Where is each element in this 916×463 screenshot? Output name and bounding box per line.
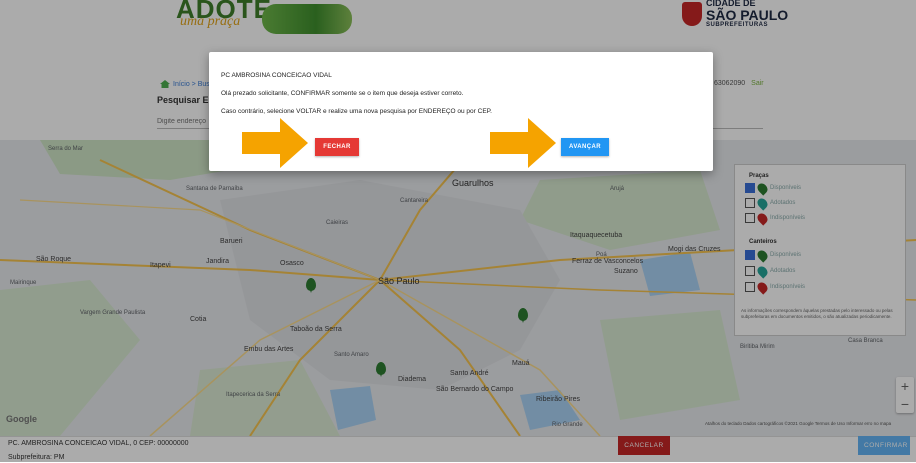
dialog-message-1: Olá prezado solicitante, CONFIRMAR somen… xyxy=(221,90,464,97)
close-button[interactable]: FECHAR xyxy=(315,138,359,156)
arrow-right-icon xyxy=(490,118,556,168)
dialog-title: PC AMBROSINA CONCEICAO VIDAL xyxy=(221,72,332,79)
advance-button[interactable]: AVANÇAR xyxy=(561,138,609,156)
dialog-message-2: Caso contrário, selecione VOLTAR e reali… xyxy=(221,108,492,115)
arrow-right-icon xyxy=(242,118,308,168)
